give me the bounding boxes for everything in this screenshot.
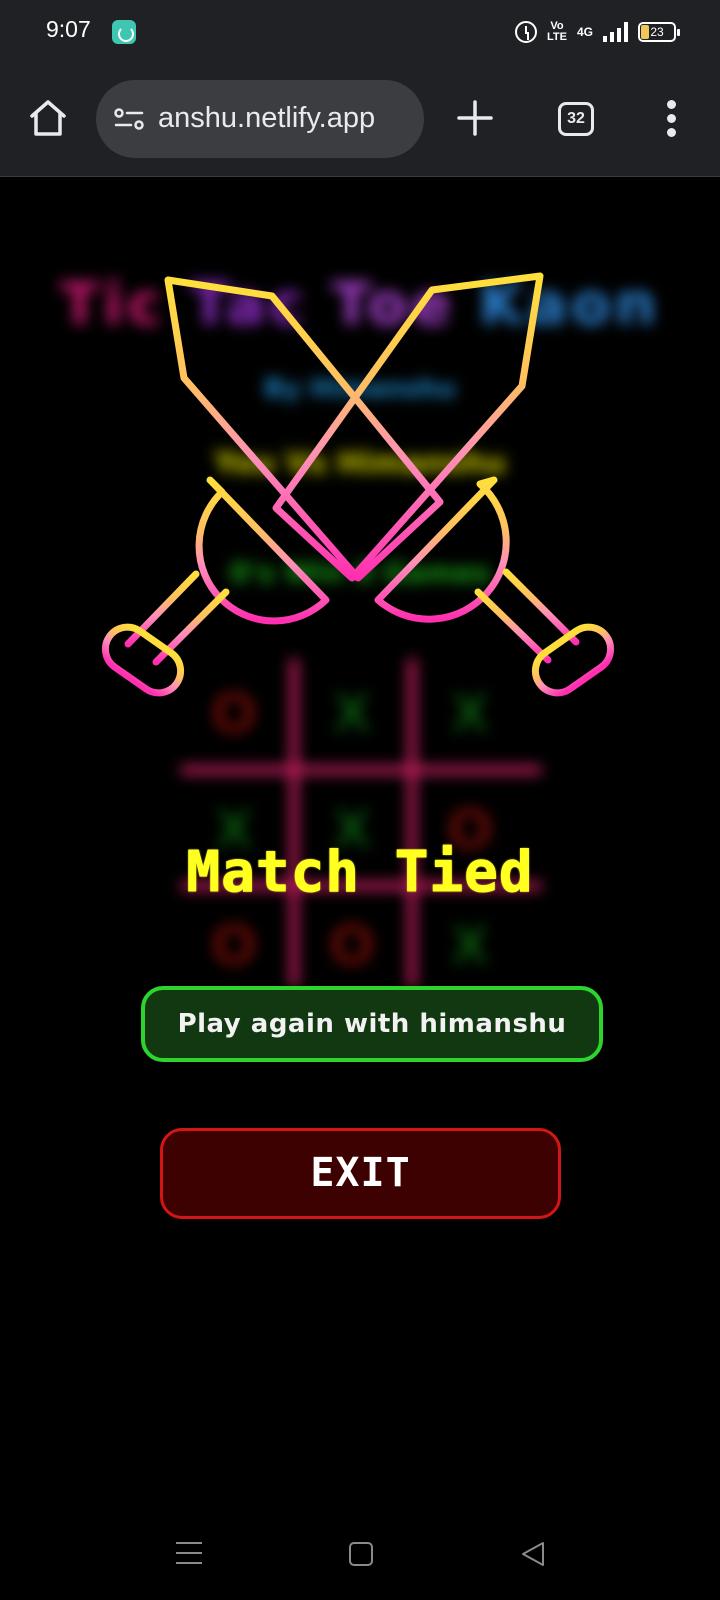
browser-toolbar: anshu.netlify.app 32: [0, 64, 720, 177]
status-icons: Vo LTE 4G 23: [515, 18, 680, 46]
battery-level: 23: [650, 25, 664, 39]
play-again-button[interactable]: Play again with himanshu: [141, 986, 603, 1062]
board-cell: X: [451, 915, 489, 975]
back-triangle-icon[interactable]: [520, 1540, 546, 1568]
recents-icon[interactable]: [176, 1542, 202, 1564]
crossed-swords-icon: [101, 272, 615, 697]
signal-icon: [603, 22, 628, 42]
battery-icon: 23: [638, 22, 680, 42]
home-square-icon[interactable]: [349, 1542, 373, 1566]
status-bar: 9:07 Vo LTE 4G 23: [0, 0, 720, 64]
volte-bottom: LTE: [547, 31, 567, 43]
tab-switcher-button[interactable]: 32: [558, 102, 594, 136]
home-icon[interactable]: [26, 96, 70, 140]
board-cell: O: [212, 915, 255, 975]
address-bar[interactable]: anshu.netlify.app: [96, 80, 424, 158]
app-notification-icon: [112, 20, 136, 44]
plus-icon[interactable]: [455, 98, 495, 138]
url-text[interactable]: anshu.netlify.app: [158, 102, 414, 135]
result-text: Match Tied: [186, 840, 534, 906]
site-settings-icon[interactable]: [114, 108, 144, 130]
volte-indicator: Vo LTE: [547, 21, 567, 43]
system-nav-bar: [0, 1500, 720, 1600]
alarm-icon: [515, 21, 538, 43]
exit-button[interactable]: EXIT: [160, 1128, 561, 1219]
more-vert-icon[interactable]: [664, 100, 678, 140]
network-type: 4G: [576, 25, 593, 39]
status-time: 9:07: [46, 16, 91, 42]
board-cell: O: [330, 915, 373, 975]
